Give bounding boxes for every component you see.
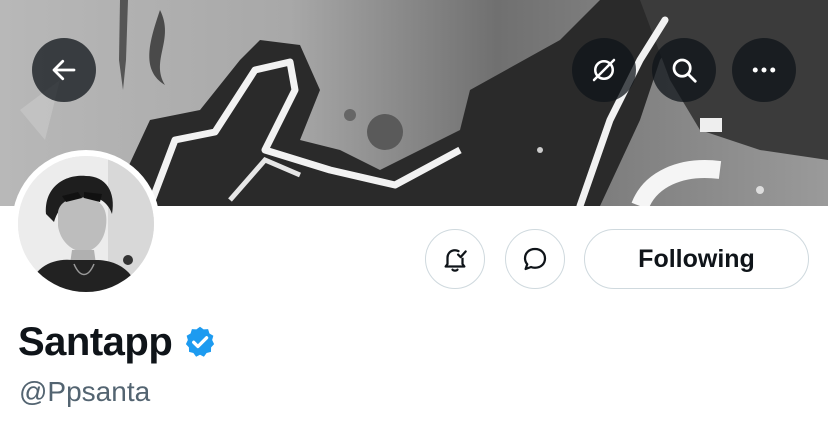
notifications-button[interactable] bbox=[425, 229, 485, 289]
eye-slash-icon bbox=[592, 58, 616, 82]
profile-handle: @Ppsanta bbox=[19, 376, 151, 407]
following-button[interactable]: Following bbox=[584, 229, 809, 289]
arrow-left-icon bbox=[52, 59, 76, 81]
more-button[interactable] bbox=[732, 38, 796, 102]
following-label: Following bbox=[638, 244, 755, 273]
message-bubble-icon bbox=[523, 247, 547, 271]
search-icon bbox=[672, 58, 697, 83]
back-button[interactable] bbox=[32, 38, 96, 102]
avatar-image bbox=[18, 156, 154, 292]
more-horizontal-icon bbox=[752, 67, 776, 73]
hide-banner-button[interactable] bbox=[572, 38, 636, 102]
display-name: Santapp bbox=[18, 320, 173, 364]
search-button[interactable] bbox=[652, 38, 716, 102]
verified-badge-icon[interactable] bbox=[182, 324, 218, 360]
message-button[interactable] bbox=[505, 229, 565, 289]
bell-check-icon bbox=[444, 249, 467, 272]
avatar[interactable] bbox=[12, 150, 160, 298]
profile-name-row: Santapp bbox=[18, 316, 218, 368]
